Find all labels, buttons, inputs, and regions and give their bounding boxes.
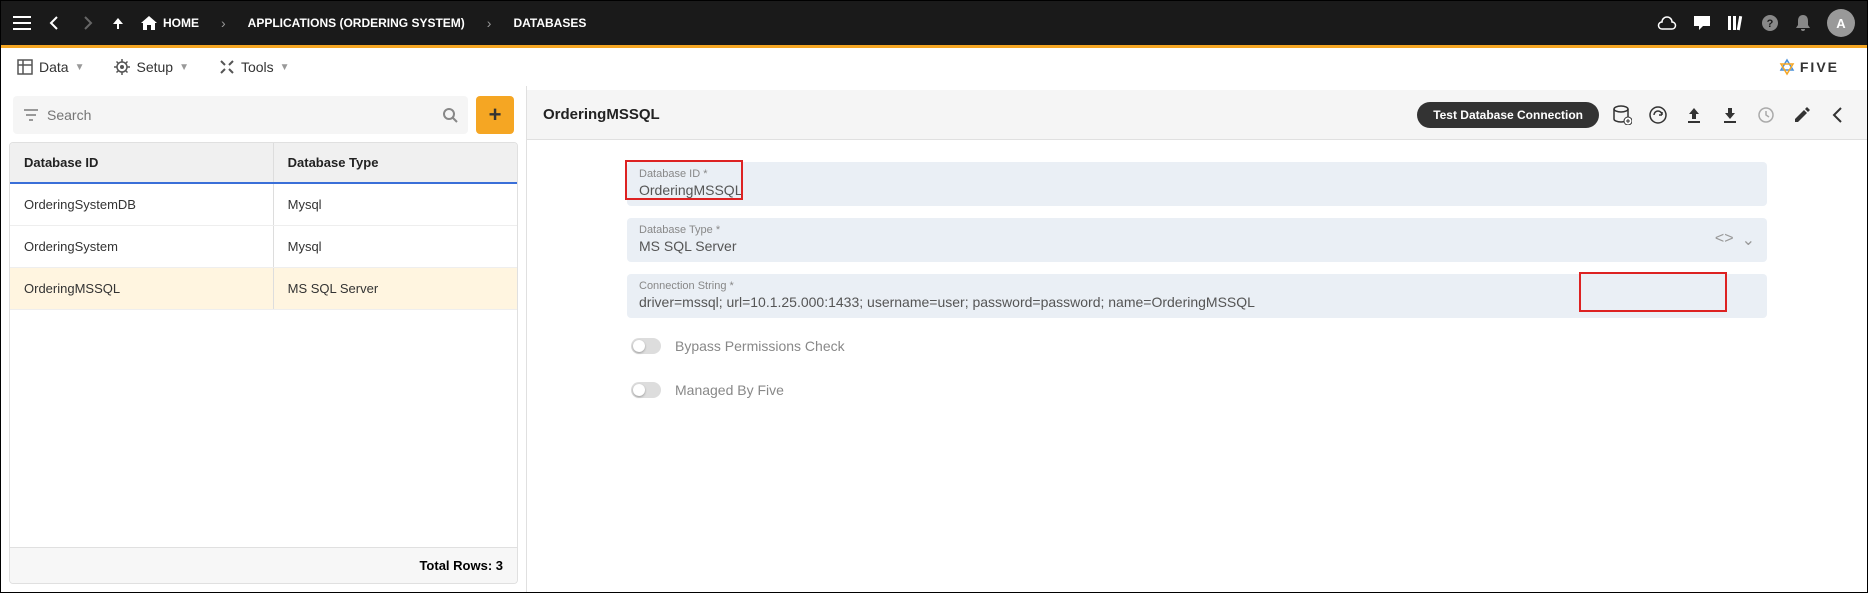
avatar-letter: A	[1836, 16, 1845, 31]
toggle-managed-by-five[interactable]: Managed By Five	[627, 374, 1767, 406]
brand-text: FIVE	[1800, 59, 1839, 75]
download-icon[interactable]	[1717, 106, 1743, 124]
tools-icon	[219, 59, 235, 75]
database-plus-icon[interactable]	[1609, 105, 1635, 125]
topbar: HOME › APPLICATIONS (ORDERING SYSTEM) › …	[1, 1, 1867, 45]
search-box[interactable]	[13, 96, 468, 134]
library-icon[interactable]	[1727, 15, 1745, 31]
toggle-switch[interactable]	[631, 382, 661, 398]
cell-db-type: MS SQL Server	[274, 268, 517, 309]
forward-icon	[79, 15, 95, 31]
cloud-icon[interactable]	[1657, 15, 1677, 31]
bell-icon[interactable]	[1795, 14, 1811, 32]
home-icon	[141, 16, 157, 30]
table-row[interactable]: OrderingSystemDB Mysql	[10, 184, 517, 226]
menu-data[interactable]: Data ▼	[17, 59, 84, 75]
edit-icon[interactable]	[1789, 106, 1815, 124]
cell-db-type: Mysql	[274, 226, 517, 267]
field-value: driver=mssql; url=10.1.25.000:1433; user…	[639, 294, 1755, 310]
field-value: OrderingMSSQL	[639, 182, 1755, 198]
field-label: Connection String *	[639, 280, 1755, 292]
add-button[interactable]: +	[476, 96, 514, 134]
column-header-type[interactable]: Database Type	[274, 143, 517, 182]
chevron-down-icon: ▼	[75, 62, 85, 73]
sync-icon[interactable]	[1645, 105, 1671, 125]
toggle-bypass-permissions[interactable]: Bypass Permissions Check	[627, 330, 1767, 362]
menu-data-label: Data	[39, 59, 69, 75]
toggle-label: Bypass Permissions Check	[675, 338, 845, 354]
back-icon[interactable]	[47, 15, 63, 31]
cell-db-id: OrderingMSSQL	[10, 268, 274, 309]
search-icon[interactable]	[442, 107, 458, 123]
field-database-id[interactable]: Database ID * OrderingMSSQL	[627, 162, 1767, 206]
cell-db-type: Mysql	[274, 184, 517, 225]
svg-text:?: ?	[1767, 18, 1774, 30]
back-arrow-icon[interactable]	[1825, 106, 1851, 124]
menu-setup[interactable]: Setup ▼	[114, 59, 189, 75]
column-header-id[interactable]: Database ID	[10, 143, 274, 182]
list-pane: + Database ID Database Type OrderingSyst…	[1, 86, 527, 592]
menu-setup-label: Setup	[136, 59, 173, 75]
gear-icon	[114, 59, 130, 75]
menu-icon[interactable]	[13, 16, 31, 30]
code-icon[interactable]: <>	[1715, 230, 1734, 250]
field-label: Database Type *	[639, 224, 1755, 236]
toggle-label: Managed By Five	[675, 382, 784, 398]
database-table: Database ID Database Type OrderingSystem…	[9, 142, 518, 584]
chevron-right-icon: ›	[487, 15, 492, 31]
breadcrumb-applications[interactable]: APPLICATIONS (ORDERING SYSTEM)	[248, 16, 465, 30]
grid-icon	[17, 59, 33, 75]
clock-icon	[1753, 106, 1779, 124]
help-icon[interactable]: ?	[1761, 14, 1779, 32]
table-row[interactable]: OrderingSystem Mysql	[10, 226, 517, 268]
breadcrumb-databases[interactable]: DATABASES	[513, 16, 586, 30]
test-connection-button[interactable]: Test Database Connection	[1417, 102, 1599, 128]
cell-db-id: OrderingSystemDB	[10, 184, 274, 225]
field-connection-string[interactable]: Connection String * driver=mssql; url=10…	[627, 274, 1767, 318]
chevron-down-icon[interactable]: ⌄	[1742, 230, 1755, 250]
menu-tools[interactable]: Tools ▼	[219, 59, 290, 75]
field-value: MS SQL Server	[639, 238, 1755, 254]
detail-form: Database ID * OrderingMSSQL Database Typ…	[527, 140, 1867, 428]
upload-icon[interactable]	[1681, 106, 1707, 124]
filter-icon	[23, 109, 39, 121]
menubar: Data ▼ Setup ▼ Tools ▼ FIVE	[1, 48, 1867, 86]
table-row[interactable]: OrderingMSSQL MS SQL Server	[10, 268, 517, 310]
chevron-down-icon: ▼	[280, 62, 290, 73]
detail-header: OrderingMSSQL Test Database Connection	[527, 90, 1867, 140]
search-input[interactable]	[47, 107, 434, 123]
breadcrumb-home-label: HOME	[163, 16, 199, 30]
table-footer: Total Rows: 3	[10, 547, 517, 583]
chevron-right-icon: ›	[221, 15, 226, 31]
cell-db-id: OrderingSystem	[10, 226, 274, 267]
plus-icon: +	[489, 102, 502, 128]
brand-icon	[1778, 58, 1796, 76]
field-label: Database ID *	[639, 168, 1755, 180]
detail-pane: OrderingMSSQL Test Database Connection D…	[527, 86, 1867, 592]
breadcrumb-home[interactable]: HOME	[141, 16, 199, 30]
table-header: Database ID Database Type	[10, 143, 517, 184]
menu-tools-label: Tools	[241, 59, 274, 75]
chat-icon[interactable]	[1693, 15, 1711, 31]
brand-logo: FIVE	[1778, 58, 1851, 76]
chevron-down-icon: ▼	[179, 62, 189, 73]
up-icon[interactable]	[111, 16, 125, 30]
toggle-switch[interactable]	[631, 338, 661, 354]
avatar[interactable]: A	[1827, 9, 1855, 37]
detail-title: OrderingMSSQL	[543, 106, 660, 123]
field-database-type[interactable]: Database Type * MS SQL Server <> ⌄	[627, 218, 1767, 262]
